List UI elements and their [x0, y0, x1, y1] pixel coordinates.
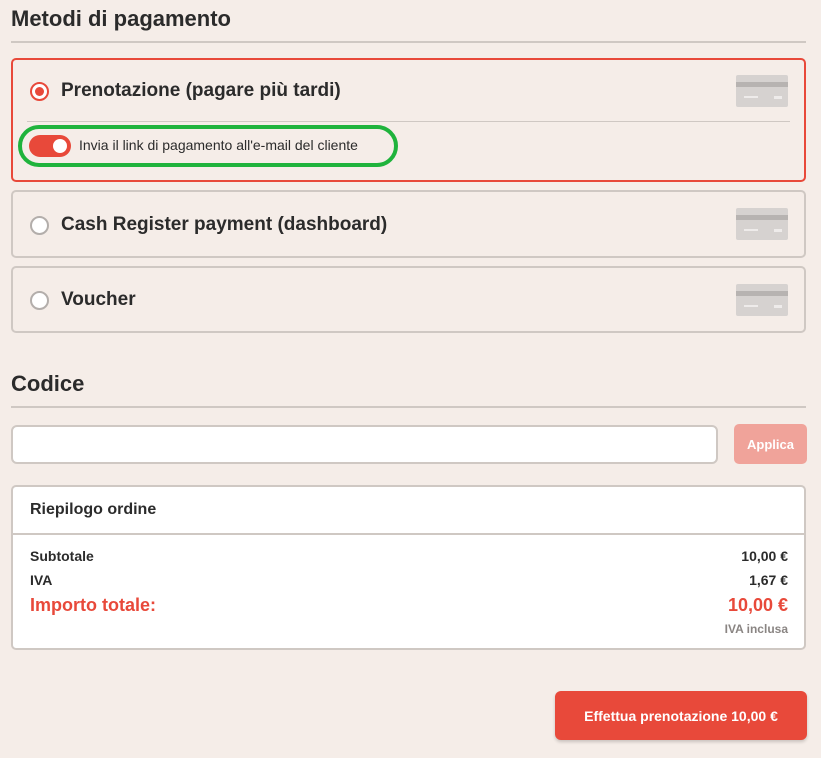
- order-summary: Riepilogo ordine Subtotale 10,00 € IVA 1…: [11, 485, 806, 650]
- code-title: Codice: [11, 371, 85, 396]
- radio-cash-register[interactable]: [30, 216, 49, 235]
- send-payment-link-label: Invia il link di pagamento all'e-mail de…: [79, 137, 358, 153]
- payment-option-voucher-row[interactable]: Voucher: [13, 268, 804, 332]
- send-payment-link-toggle[interactable]: [29, 135, 71, 157]
- code-divider: [11, 406, 806, 408]
- total-label: Importo totale:: [30, 595, 156, 615]
- vat-label: IVA: [30, 572, 53, 588]
- payment-methods-title: Metodi di pagamento: [11, 6, 231, 31]
- credit-card-icon: [736, 208, 788, 240]
- order-summary-header: Riepilogo ordine: [13, 487, 804, 535]
- radio-booking[interactable]: [30, 82, 49, 101]
- payment-option-voucher[interactable]: Voucher: [11, 266, 806, 333]
- vat-included-note: IVA inclusa: [724, 622, 788, 636]
- payment-option-label: Cash Register payment (dashboard): [61, 214, 388, 235]
- payment-methods-divider: [11, 41, 806, 43]
- code-input[interactable]: [11, 425, 718, 464]
- place-booking-button[interactable]: Effettua prenotazione 10,00 €: [555, 691, 807, 740]
- option-divider: [27, 121, 790, 122]
- total-value: 10,00 €: [727, 595, 788, 615]
- payment-option-booking-row[interactable]: Prenotazione (pagare più tardi): [13, 60, 804, 124]
- subtotal-value: 10,00 €: [741, 548, 788, 564]
- payment-option-label: Prenotazione (pagare più tardi): [61, 80, 341, 101]
- payment-option-cash-register-row[interactable]: Cash Register payment (dashboard): [13, 192, 804, 256]
- order-summary-title: Riepilogo ordine: [30, 501, 157, 518]
- vat-value: 1,67 €: [749, 572, 788, 588]
- payment-option-label: Voucher: [61, 289, 136, 310]
- credit-card-icon: [736, 75, 788, 107]
- credit-card-icon: [736, 284, 788, 316]
- subtotal-label: Subtotale: [30, 548, 94, 564]
- payment-option-cash-register[interactable]: Cash Register payment (dashboard): [11, 190, 806, 258]
- apply-code-button[interactable]: Applica: [734, 424, 807, 464]
- radio-voucher[interactable]: [30, 291, 49, 310]
